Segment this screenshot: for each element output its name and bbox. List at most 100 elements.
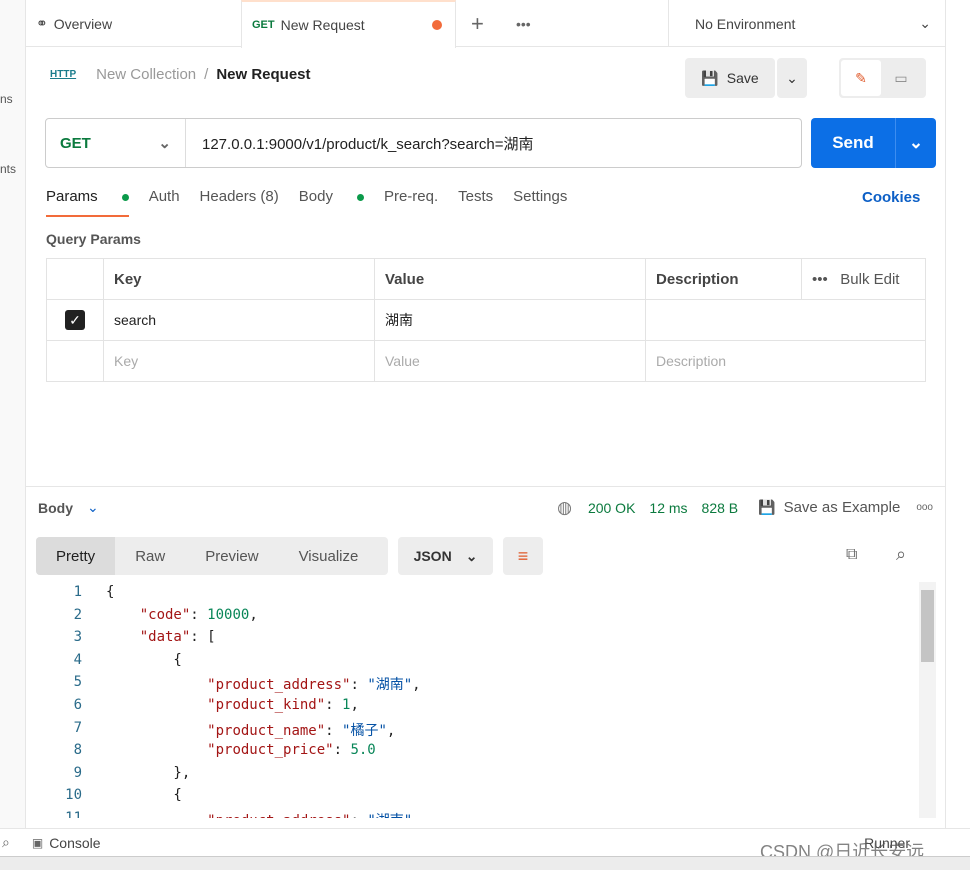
- code-line: "product_name": "橘子",: [207, 722, 396, 739]
- code-line: {: [106, 651, 182, 668]
- tab-pretty[interactable]: Pretty: [36, 537, 116, 575]
- tab-tests[interactable]: Tests: [458, 188, 493, 217]
- active-dot: [121, 193, 129, 201]
- save-as-example-button[interactable]: Save as Example: [784, 499, 901, 516]
- tab-settings[interactable]: Settings: [513, 188, 567, 217]
- url-bar: GET ⌄ 127.0.0.1:9000/v1/product/k_search?…: [45, 118, 802, 168]
- cookies-link[interactable]: Cookies: [862, 189, 920, 206]
- console-button[interactable]: Console: [49, 835, 100, 851]
- status-code: 200 OK: [587, 499, 636, 516]
- tab-raw[interactable]: Raw: [115, 537, 185, 575]
- tab-overview[interactable]: ⚭ Overview: [26, 0, 241, 47]
- search-icon[interactable]: ⌕: [896, 544, 906, 565]
- overview-icon: ⚭: [36, 15, 48, 31]
- edit-icon[interactable]: ✎: [841, 60, 881, 96]
- response-view-tabs: Pretty Raw Preview Visualize: [36, 537, 388, 575]
- response-body-select[interactable]: Body: [38, 500, 73, 516]
- sidebar-item[interactable]: nts: [0, 162, 16, 176]
- table-row: Key Value Description: [46, 340, 926, 382]
- value-input[interactable]: Value: [374, 340, 646, 382]
- response-time: 12 ms: [649, 499, 688, 516]
- header-value: Value: [374, 258, 646, 300]
- code-line: {: [106, 584, 115, 600]
- save-icon: 💾: [701, 69, 719, 86]
- unsaved-dot: [432, 20, 442, 30]
- send-button[interactable]: Send ⌄: [811, 118, 936, 168]
- chevron-down-icon: ⌄: [158, 135, 171, 152]
- more-options-icon[interactable]: ooo: [916, 502, 933, 513]
- url-input[interactable]: 127.0.0.1:9000/v1/product/k_search?searc…: [186, 133, 533, 154]
- search-icon[interactable]: ⌕: [2, 834, 10, 851]
- new-tab-button[interactable]: +: [471, 0, 484, 47]
- request-tabs: Params Auth Headers (8) Body Pre-req. Te…: [46, 188, 587, 217]
- format-select[interactable]: JSON ⌄: [398, 537, 493, 575]
- table-row: ✓ search 湖南: [46, 299, 926, 341]
- bulk-edit-button[interactable]: ••• Bulk Edit: [801, 258, 926, 300]
- comment-icon[interactable]: ▭: [881, 70, 921, 87]
- code-line: },: [106, 764, 191, 781]
- chevron-down-icon: ⌄: [465, 547, 478, 564]
- line-number: 1: [73, 584, 82, 600]
- bulk-edit-label: Bulk Edit: [840, 270, 900, 288]
- tab-label: Overview: [53, 15, 113, 32]
- response-bar: Body ⌄ ◍ 200 OK 12 ms 828 B 💾 Save as Exa…: [26, 486, 945, 528]
- param-value[interactable]: 湖南: [374, 299, 646, 341]
- tab-params[interactable]: Params: [46, 188, 129, 217]
- line-number: 7: [73, 719, 82, 736]
- line-number: 10: [65, 787, 82, 804]
- left-sidebar: ns nts: [0, 0, 26, 828]
- code-line: "product_kind": 1,: [207, 697, 359, 713]
- description-input[interactable]: Description: [645, 340, 926, 382]
- line-number: 8: [73, 742, 82, 759]
- console-icon: ▣: [31, 835, 44, 850]
- response-size: 828 B: [701, 499, 739, 516]
- line-number: 4: [73, 651, 82, 668]
- tab-body[interactable]: Body: [299, 188, 364, 217]
- code-line: "product_address": "湖南",: [207, 677, 421, 694]
- active-dot: [356, 193, 364, 201]
- globe-icon[interactable]: ◍: [557, 498, 572, 518]
- tab-headers[interactable]: Headers (8): [200, 188, 279, 217]
- line-number: 2: [73, 606, 82, 623]
- response-code-viewer[interactable]: 1 {2 "code": 10000, 3 "data": [4 {5 "produ…: [40, 582, 920, 818]
- param-key[interactable]: search: [103, 299, 375, 341]
- tab-label: New Request: [280, 17, 365, 33]
- environment-label: No Environment: [695, 15, 796, 32]
- header-description: Description: [645, 258, 802, 300]
- method-value: GET: [60, 134, 91, 152]
- tab-pre-request[interactable]: Pre-req.: [384, 188, 438, 217]
- line-number: 11: [65, 810, 82, 818]
- chevron-down-icon[interactable]: ⌄: [87, 499, 99, 516]
- param-description[interactable]: [645, 299, 926, 341]
- sidebar-item[interactable]: ns: [0, 92, 13, 106]
- tab-preview[interactable]: Preview: [185, 537, 278, 575]
- key-input[interactable]: Key: [103, 340, 375, 382]
- save-icon: 💾: [758, 499, 776, 515]
- tab-label: Body: [298, 188, 333, 205]
- tab-visualize[interactable]: Visualize: [279, 537, 379, 575]
- collection-link[interactable]: New Collection: [96, 66, 196, 83]
- line-number: 5: [73, 674, 82, 691]
- wrap-lines-icon[interactable]: ≡: [503, 537, 543, 575]
- tab-new-request[interactable]: GET New Request: [241, 0, 456, 48]
- breadcrumb: HTTP New Collection / New Request: [50, 66, 311, 83]
- format-value: JSON: [413, 548, 452, 564]
- request-name[interactable]: New Request: [216, 66, 310, 83]
- section-title: Query Params: [46, 231, 141, 247]
- environment-selector[interactable]: No Environment ⌄: [668, 0, 945, 47]
- copy-icon[interactable]: ⧉: [846, 546, 857, 564]
- scrollbar-thumb[interactable]: [921, 590, 934, 662]
- method-select[interactable]: GET ⌄: [46, 119, 186, 167]
- bottom-edge: [0, 856, 970, 870]
- save-options-button[interactable]: ⌄: [777, 58, 807, 98]
- params-table: Key Value Description ••• Bulk Edit ✓ search…: [46, 258, 926, 382]
- scrollbar[interactable]: [919, 582, 936, 818]
- checkbox[interactable]: ✓: [65, 310, 85, 330]
- code-line: "code": 10000,: [139, 606, 258, 623]
- tab-auth[interactable]: Auth: [149, 188, 180, 217]
- chevron-down-icon[interactable]: ⌄: [896, 118, 936, 168]
- more-tabs-button[interactable]: •••: [516, 0, 531, 47]
- save-button[interactable]: 💾 Save: [685, 58, 775, 98]
- method-label: GET: [252, 19, 275, 31]
- line-number: 6: [73, 697, 82, 713]
